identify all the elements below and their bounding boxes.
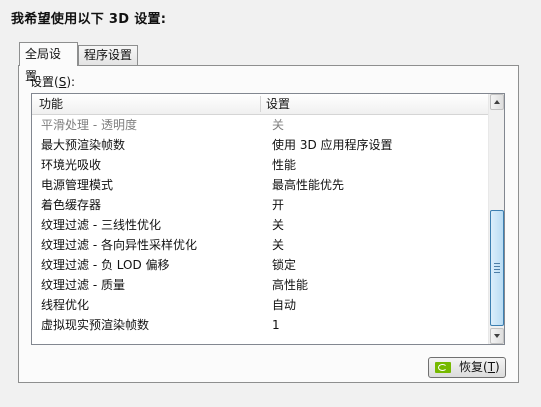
grip-line [494, 263, 500, 264]
scroll-thumb[interactable] [490, 210, 504, 326]
table-row[interactable]: 纹理过滤 - 质量 高性能 [32, 275, 490, 295]
row-feature: 虚拟现实预渲染帧数 [41, 318, 150, 332]
restore-label-mnemonic: T [487, 360, 496, 374]
table-row[interactable]: 电源管理模式 最高性能优先 [32, 175, 490, 195]
table-row[interactable]: 纹理过滤 - 三线性优化 关 [32, 215, 490, 235]
settings-label-suffix: : [71, 75, 76, 89]
row-setting[interactable]: 关 [272, 115, 284, 135]
row-feature: 最大预渲染帧数 [41, 138, 126, 152]
tab-global-settings[interactable]: 全局设置 [19, 42, 78, 83]
row-feature: 着色缓存器 [41, 198, 102, 212]
table-row[interactable]: 着色缓存器 开 [32, 195, 490, 215]
column-header-setting[interactable]: 设置 [266, 94, 290, 114]
settings-rows: 平滑处理 - 透明度关最大预渲染帧数 使用 3D 应用程序设置 环境光吸收 性能 电源管… [32, 115, 490, 335]
column-header-feature[interactable]: 功能 [39, 94, 63, 114]
row-setting[interactable]: 高性能 [272, 275, 308, 295]
tab-program-settings[interactable]: 程序设置 [78, 45, 138, 65]
row-feature: 纹理过滤 - 质量 [41, 278, 125, 292]
settings-list[interactable]: 功能 设置 平滑处理 - 透明度关最大预渲染帧数 使用 3D 应用程序设置 环境光吸… [31, 93, 505, 345]
row-feature: 纹理过滤 - 负 LOD 偏移 [41, 258, 170, 272]
scroll-down-button[interactable] [490, 328, 504, 344]
grip-line [494, 266, 500, 267]
column-divider[interactable] [260, 96, 261, 112]
row-setting[interactable]: 开 [272, 195, 284, 215]
table-row[interactable]: 最大预渲染帧数 使用 3D 应用程序设置 [32, 135, 490, 155]
table-row[interactable]: 平滑处理 - 透明度 关 [32, 115, 490, 135]
row-setting[interactable]: 关 [272, 215, 284, 235]
row-feature: 平滑处理 - 透明度 [41, 118, 137, 132]
row-feature: 纹理过滤 - 三线性优化 [41, 218, 161, 232]
table-row[interactable]: 线程优化 自动 [32, 295, 490, 315]
vertical-scrollbar[interactable] [488, 94, 504, 344]
row-setting[interactable]: 性能 [272, 155, 296, 175]
table-row[interactable]: 纹理过滤 - 各向异性采样优化 关 [32, 235, 490, 255]
grip-line [494, 272, 500, 273]
scroll-up-button[interactable] [490, 94, 504, 110]
table-row[interactable]: 纹理过滤 - 负 LOD 偏移 锁定 [32, 255, 490, 275]
restore-button-label: 恢复(T) [459, 360, 500, 374]
arrow-down-icon [494, 334, 500, 338]
arrow-up-icon [494, 100, 500, 104]
list-header: 功能 设置 [32, 94, 490, 115]
row-setting[interactable]: 关 [272, 235, 284, 255]
row-setting[interactable]: 使用 3D 应用程序设置 [272, 135, 393, 155]
row-feature: 电源管理模式 [41, 178, 114, 192]
row-setting[interactable]: 1 [272, 315, 280, 335]
row-feature: 线程优化 [41, 298, 90, 312]
nvidia-logo-icon [435, 362, 451, 373]
row-feature: 环境光吸收 [41, 158, 102, 172]
restore-label-text: 恢复 [459, 360, 484, 374]
table-row[interactable]: 虚拟现实预渲染帧数 1 [32, 315, 490, 335]
row-setting[interactable]: 自动 [272, 295, 296, 315]
table-row[interactable]: 环境光吸收 性能 [32, 155, 490, 175]
tab-panel: 设置(S): 功能 设置 平滑处理 - 透明度关最大预渲染帧数 使用 3D 应用程… [18, 65, 519, 383]
row-setting[interactable]: 锁定 [272, 255, 296, 275]
restore-button[interactable]: 恢复(T) [428, 357, 506, 378]
row-setting[interactable]: 最高性能优先 [272, 175, 344, 195]
settings-label-mnemonic: S [58, 75, 67, 89]
row-feature: 纹理过滤 - 各向异性采样优化 [41, 238, 197, 252]
grip-line [494, 269, 500, 270]
page-title: 我希望使用以下 3D 设置: [11, 12, 167, 27]
